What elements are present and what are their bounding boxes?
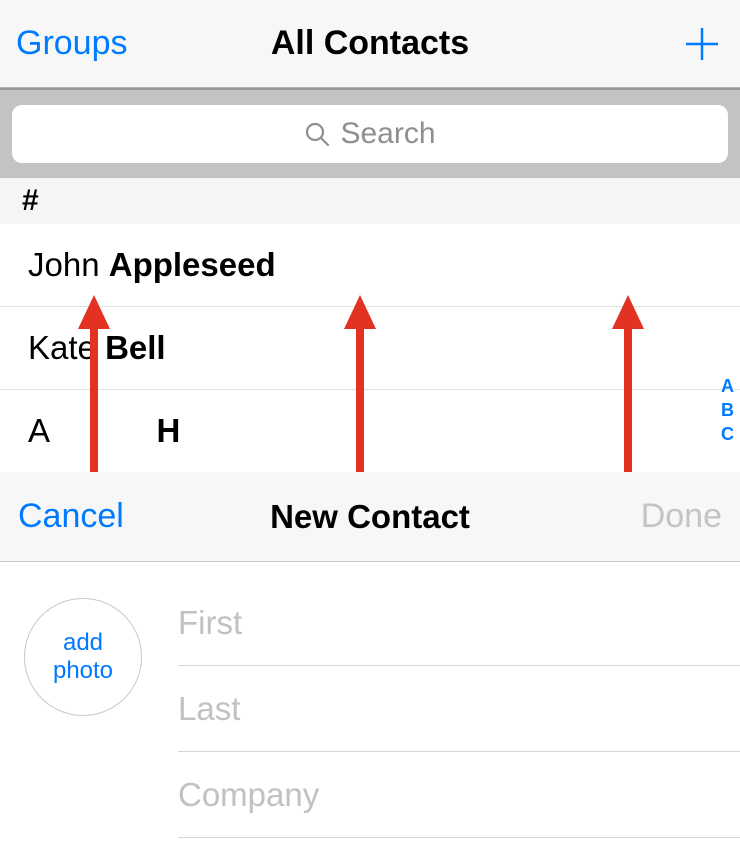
search-icon	[304, 121, 330, 147]
name-fields: First Last Company	[178, 580, 740, 838]
search-placeholder: Search	[340, 117, 435, 151]
alphabet-index[interactable]: A B C	[721, 374, 734, 446]
contact-first-name: John	[28, 246, 100, 283]
search-input[interactable]: Search	[12, 105, 728, 163]
new-contact-sheet: Cancel New Contact Done add photo First …	[0, 472, 740, 851]
contact-row[interactable]: Kate Bell	[0, 307, 740, 390]
cancel-button[interactable]: Cancel	[18, 497, 124, 536]
company-field[interactable]: Company	[178, 752, 740, 838]
contact-first-name: Kate	[28, 329, 96, 366]
index-letter[interactable]: C	[721, 422, 734, 446]
index-letter[interactable]: B	[721, 398, 734, 422]
contact-last-name: Bell	[105, 329, 166, 366]
contact-last-name: Appleseed	[109, 246, 276, 283]
add-photo-label-line2: photo	[53, 657, 113, 685]
add-photo-button[interactable]: add photo	[24, 598, 142, 716]
field-placeholder: Company	[178, 776, 319, 814]
first-name-field[interactable]: First	[178, 580, 740, 666]
add-contact-button[interactable]	[680, 22, 724, 66]
last-name-field[interactable]: Last	[178, 666, 740, 752]
contacts-list: John Appleseed Kate Bell A H A B C	[0, 224, 740, 484]
sheet-nav-bar: Cancel New Contact Done	[0, 472, 740, 562]
field-placeholder: Last	[178, 690, 240, 728]
groups-button[interactable]: Groups	[16, 24, 128, 63]
contact-first-name: A	[28, 412, 48, 449]
contact-row[interactable]: John Appleseed	[0, 224, 740, 307]
add-photo-label-line1: add	[53, 629, 113, 657]
field-placeholder: First	[178, 604, 242, 642]
search-container: Search	[0, 88, 740, 178]
plus-icon	[680, 22, 724, 66]
new-contact-form: add photo First Last Company	[0, 562, 740, 838]
contact-row[interactable]: A H	[0, 390, 740, 450]
contact-last-name: H	[157, 412, 181, 449]
contacts-nav-bar: Groups All Contacts	[0, 0, 740, 88]
done-button[interactable]: Done	[641, 497, 722, 536]
index-letter[interactable]: A	[721, 374, 734, 398]
section-header: #	[0, 178, 740, 224]
